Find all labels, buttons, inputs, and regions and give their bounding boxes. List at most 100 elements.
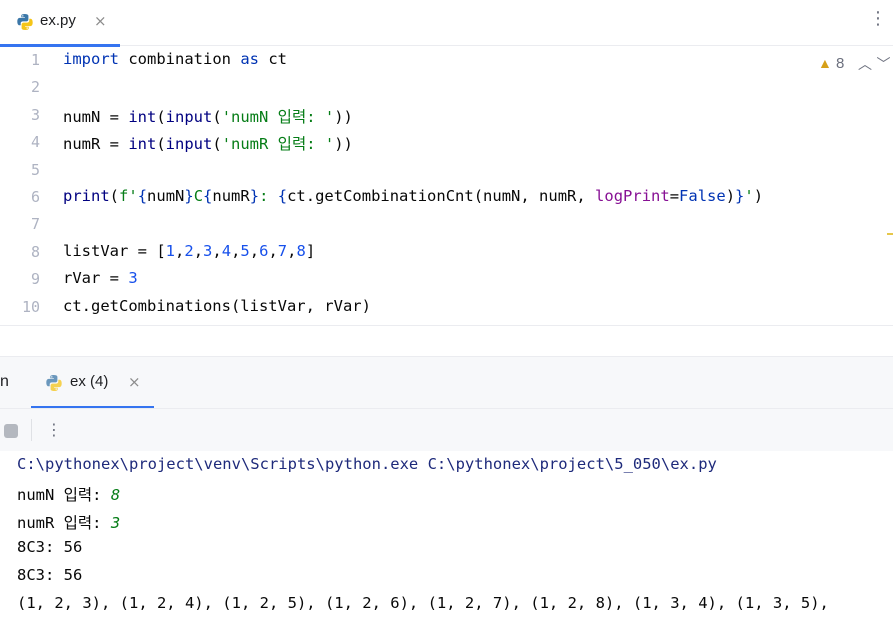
code-token: as [240,50,259,68]
console-user-input: 8 [110,486,121,504]
code-line[interactable]: 6 print(f'{numN}C{numR}: {ct.getCombinati… [0,185,893,212]
editor-tab-ex-py[interactable]: ex.py × [0,0,120,47]
code-line[interactable]: 7 [0,212,893,239]
line-text: rVar = 3 [63,269,138,287]
code-token: ) [725,187,736,205]
run-tab-label: ex (4) [70,373,109,390]
code-token: 'numR 입력: ' [221,135,335,154]
line-number[interactable]: 6 [0,188,40,206]
python-run-icon [46,375,62,391]
console-command: C:\pythonex\project\venv\Scripts\python.… [17,455,717,473]
code-token: ) [753,187,764,205]
code-token: input [165,135,213,154]
line-text: numN = int(input('numN 입력: ')) [63,105,353,127]
code-token: ( [212,107,222,126]
stop-icon[interactable] [4,424,18,438]
code-token: 3 [203,241,213,260]
console-prompt: numR 입력: [17,514,111,532]
toolbar-separator [31,419,32,441]
line-number[interactable]: 10 [0,298,40,316]
more-options-icon[interactable]: ⋮ [869,10,887,28]
code-token: : [259,187,278,205]
editor-tab-label: ex.py [40,12,76,29]
editor-tab-bar: ex.py × ⋮ [0,0,893,47]
code-line[interactable]: 9 rVar = 3 [0,267,893,294]
code-token: } [249,187,260,205]
line-number[interactable]: 9 [0,270,40,288]
line-number[interactable]: 2 [0,78,40,96]
line-number[interactable]: 5 [0,161,40,179]
code-token: { [203,187,213,205]
code-token: listVar = [ [63,241,166,260]
close-icon[interactable]: × [128,373,141,391]
code-token: import [63,50,119,68]
code-token: ct [259,50,287,68]
console-output: 8C3: 56 [17,566,83,584]
python-file-icon [17,14,33,30]
code-token: 7 [277,241,288,260]
warning-triangle-icon: ▲ [818,55,832,71]
code-editor[interactable]: 1 import combination as ct 2 3 numN = int(in… [0,47,893,327]
run-tab-ex-4[interactable]: ex (4) × [31,357,154,409]
console-prompt: numN 입력: [17,486,111,504]
code-token: print [63,187,110,205]
code-token: } [735,187,745,205]
run-tool-window-header: n ex (4) × [0,357,893,409]
code-line[interactable]: 4 numR = int(input('numR 입력: ')) [0,130,893,157]
code-line[interactable]: 2 [0,75,893,102]
code-token: , [193,241,204,260]
run-tool-window-title: n [0,373,9,390]
code-token: int [128,107,157,126]
console-line: numN 입력: 8 [17,483,120,505]
run-toolbar: ⋮ [0,409,893,451]
console-line: numR 입력: 3 [17,511,120,533]
code-token: , [249,241,260,260]
code-token: False [679,187,726,205]
panel-gap [0,326,893,356]
code-token: )) [334,107,353,126]
chevron-down-icon[interactable]: ﹀ [876,57,890,73]
code-token: , [231,241,241,260]
more-options-icon[interactable]: ⋮ [46,420,62,439]
close-icon[interactable]: × [94,12,107,30]
code-line[interactable]: 3 numN = int(input('numN 입력: ')) [0,103,893,130]
code-line[interactable]: 10 ct.getCombinations(listVar, rVar) [0,295,893,322]
code-token: numR [212,187,250,205]
chevron-up-icon[interactable]: ︿ [858,57,872,73]
code-line[interactable]: 5 [0,158,893,185]
code-token: ct.getCombinationCnt(numN, numR, [287,187,596,205]
code-token: rVar = [63,269,129,288]
code-line[interactable]: 8 listVar = [1,2,3,4,5,6,7,8] [0,240,893,267]
code-line[interactable]: 1 import combination as ct [0,48,893,75]
code-token: { [137,187,148,205]
code-token: )) [334,135,353,154]
code-token: , [268,241,278,260]
code-token: , [212,241,222,260]
scrollbar-warning-marker[interactable] [887,233,893,235]
line-number[interactable]: 8 [0,243,40,261]
code-token: ( [212,135,222,154]
code-token: ct.getCombinations(listVar, rVar) [63,296,371,315]
code-token: { [277,187,288,205]
console-user-input: 3 [110,514,121,532]
line-number[interactable]: 1 [0,51,40,69]
line-number[interactable]: 7 [0,215,40,233]
code-token: 5 [240,241,250,260]
code-token: logPrint [595,187,670,205]
code-token: = [669,187,680,205]
code-token: ( [156,135,166,154]
line-text: import combination as ct [63,50,287,68]
line-text: listVar = [1,2,3,4,5,6,7,8] [63,242,315,260]
code-token: 8 [296,241,306,260]
code-token: int [128,135,157,154]
code-token: 'numN 입력: ' [221,107,335,126]
inspection-widget[interactable]: ▲ 8 [818,55,844,72]
code-token: combination [119,50,241,68]
inspection-nav[interactable]: ︿ ﹀ [858,54,890,74]
run-console[interactable]: C:\pythonex\project\venv\Scripts\python.… [0,451,893,622]
code-token: input [165,107,213,126]
line-number[interactable]: 3 [0,106,40,124]
line-number[interactable]: 4 [0,133,40,151]
code-token: ] [305,241,316,260]
line-text: print(f'{numN}C{numR}: {ct.getCombinatio… [63,187,763,205]
